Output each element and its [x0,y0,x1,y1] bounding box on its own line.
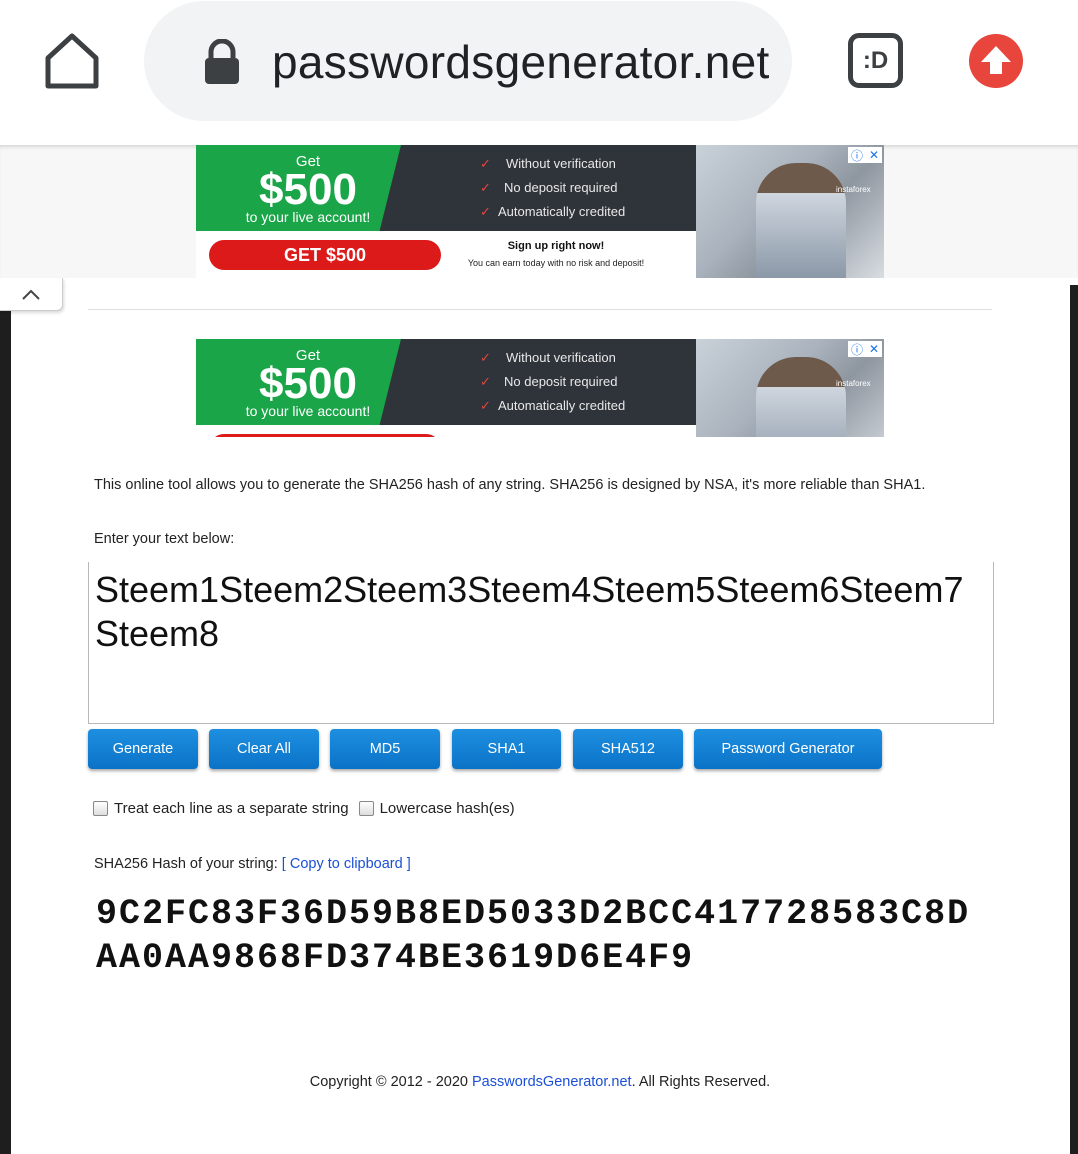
footer-copyright: Copyright © 2012 - 2020 PasswordsGenerat… [0,1074,1078,1090]
ad-feature: No deposit required [504,180,618,195]
check-icon: ✓ [480,398,491,413]
ad-earn-text: You can earn today with no risk and depo… [467,258,645,268]
ad-feature: Automatically credited [498,204,626,219]
ad-feature: No deposit required [504,374,618,389]
ad-sub-text: to your live account! [245,403,371,419]
ad-feature: Automatically credited [498,398,626,413]
ad-cta-button[interactable] [209,434,441,437]
update-icon[interactable] [969,34,1023,88]
ad-feature: Without verification [506,350,616,365]
generate-button[interactable]: Generate [88,729,198,769]
lowercase-label[interactable]: Lowercase hash(es) [380,800,515,817]
input-label: Enter your text below: [94,531,235,547]
md5-button[interactable]: MD5 [330,729,440,769]
check-icon: ✓ [480,350,491,365]
ad-person-image [756,357,846,437]
check-icon: ✓ [480,204,491,219]
ad-feature: Without verification [506,156,616,171]
ad-banner-strip: Get $500 to your live account! ✓ Without… [0,145,1078,278]
copy-to-clipboard-link[interactable]: [ Copy to clipboard ] [282,856,411,872]
clear-all-button[interactable]: Clear All [209,729,319,769]
ad-signup-text: Sign up right now! [507,240,605,252]
hash-output: 9C2FC83F36D59B8ED5033D2BCC417728583C8DAA… [96,894,971,978]
sha1-button[interactable]: SHA1 [452,729,561,769]
text-input[interactable]: Steem1Steem2Steem3Steem4Steem5Steem6Stee… [88,562,994,724]
ad-choices-icon[interactable]: ⓘ ✕ [848,147,882,163]
tab-switcher-button[interactable]: :D [848,33,903,88]
separate-lines-label[interactable]: Treat each line as a separate string [114,800,349,817]
tab-switcher-label: :D [862,46,889,74]
collapse-ad-button[interactable] [0,278,63,311]
browser-toolbar: passwordsgenerator.net :D [0,0,1078,145]
site-link[interactable]: PasswordsGenerator.net [472,1074,632,1090]
lowercase-checkbox[interactable] [358,801,374,816]
lock-icon[interactable] [200,38,244,85]
copyright-suffix: . All Rights Reserved. [631,1074,771,1090]
ad-brand: instaforex [836,379,871,388]
page-edge-left [0,310,11,1154]
options-row: Treat each line as a separate string Low… [93,800,515,817]
divider [88,309,992,310]
ad-banner-inline-content: Get $500 to your live account! ✓ Without… [196,339,884,437]
copyright-prefix: Copyright © 2012 - 2020 [309,1074,472,1090]
ad-cta-button[interactable]: GET $500 [209,240,441,270]
sha512-button[interactable]: SHA512 [573,729,683,769]
tool-description: This online tool allows you to generate … [94,477,926,493]
ad-banner-inline[interactable]: Get $500 to your live account! ✓ Without… [196,339,884,437]
check-icon: ✓ [480,156,491,171]
ad-amount: $500 [259,165,357,214]
hash-label-row: SHA256 Hash of your string: [ Copy to cl… [94,856,411,872]
ad-choices-icon[interactable]: ⓘ ✕ [848,341,882,357]
url-text[interactable]: passwordsgenerator.net [272,35,772,89]
hash-label: SHA256 Hash of your string: [94,856,278,872]
ad-banner[interactable]: Get $500 to your live account! ✓ Without… [196,145,884,278]
home-icon[interactable] [36,26,108,98]
password-generator-button[interactable]: Password Generator [694,729,882,769]
ad-brand: instaforex [836,185,871,194]
ad-sub-text: to your live account! [245,209,371,225]
chevron-up-icon [22,289,40,300]
check-icon: ✓ [480,180,491,195]
url-bar[interactable]: passwordsgenerator.net [144,1,792,121]
ad-amount: $500 [259,359,357,408]
ad-person-image [756,163,846,278]
check-icon: ✓ [480,374,491,389]
page-edge-right [1070,285,1078,1154]
separate-lines-checkbox[interactable] [93,801,108,816]
